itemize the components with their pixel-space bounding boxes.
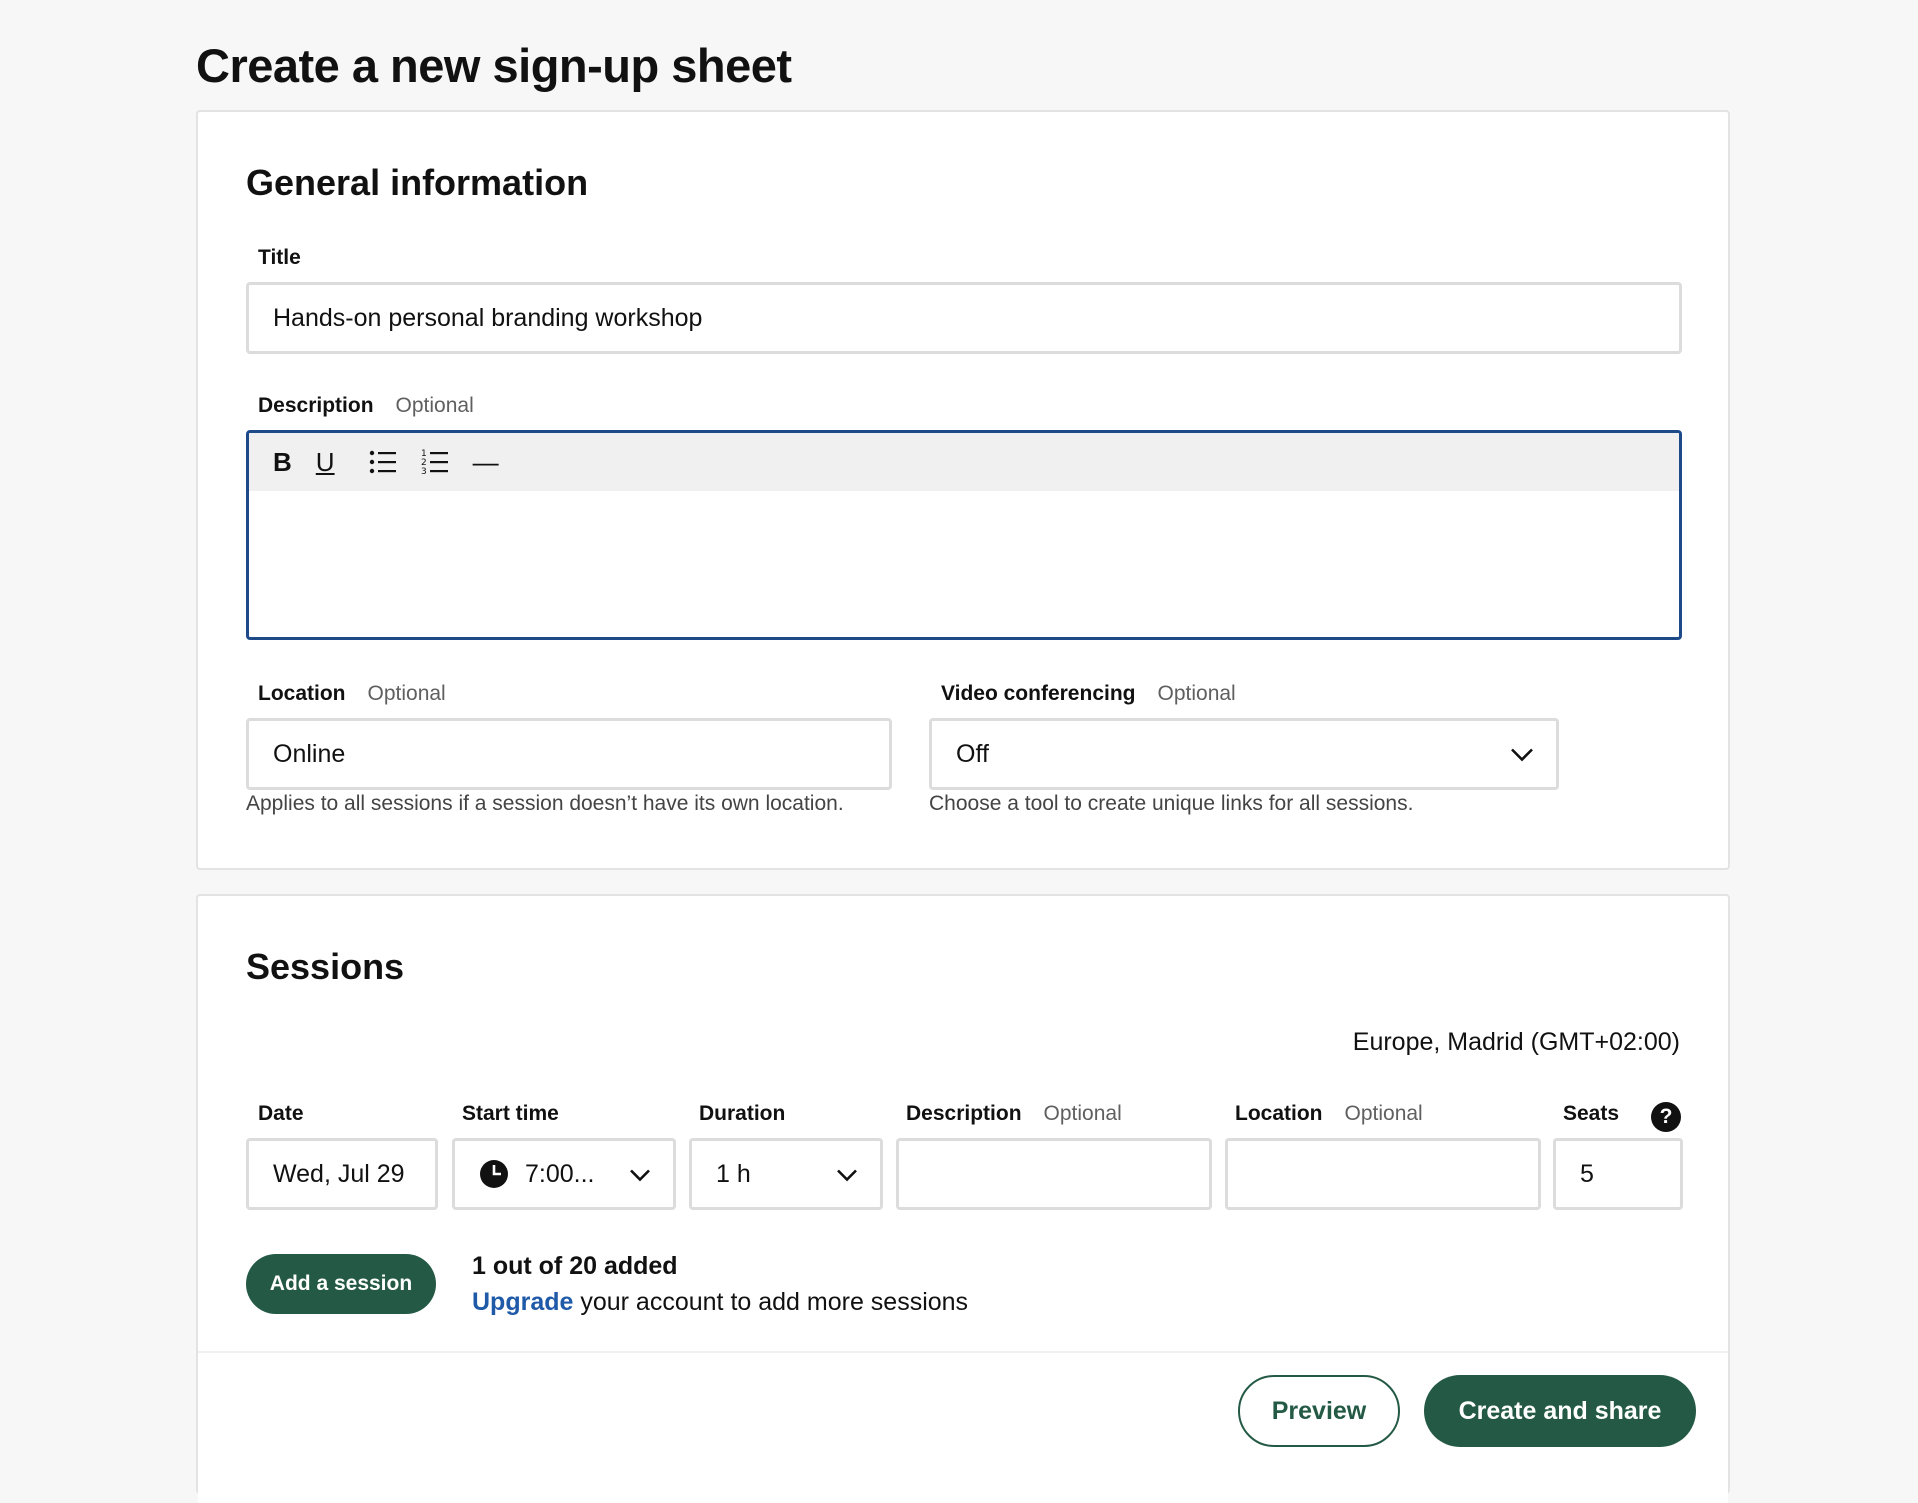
session-duration-value: 1 h	[716, 1159, 751, 1188]
location-helper-text: Applies to all sessions if a session doe…	[246, 792, 844, 815]
upgrade-message-text: your account to add more sessions	[573, 1288, 969, 1316]
session-count-text: 1 out of 20 added	[472, 1252, 678, 1280]
title-label-text: Title	[258, 246, 301, 269]
date-column-label: Date	[258, 1102, 304, 1125]
add-session-button[interactable]: Add a session	[246, 1254, 436, 1314]
session-location-input[interactable]	[1225, 1138, 1541, 1210]
location-optional: Optional	[367, 682, 446, 705]
chevron-down-icon	[1510, 740, 1534, 769]
sessions-section-title: Sessions	[246, 946, 405, 987]
create-and-share-button[interactable]: Create and share	[1424, 1375, 1696, 1447]
sessions-card: Sessions Europe, Madrid (GMT+02:00) Date…	[196, 894, 1730, 1503]
svg-text:3: 3	[421, 467, 427, 476]
title-input-value: Hands-on personal branding workshop	[273, 303, 703, 332]
location-label-text: Location	[258, 682, 346, 705]
video-optional: Optional	[1157, 682, 1236, 705]
video-select-value: Off	[956, 739, 989, 768]
session-date-value: Wed, Jul 29	[273, 1159, 405, 1188]
seats-help-icon[interactable]: ?	[1651, 1102, 1681, 1132]
description-editor[interactable]: B U 1 2 3 —	[246, 430, 1682, 640]
session-location-optional: Optional	[1344, 1102, 1423, 1125]
chevron-down-icon	[629, 1160, 651, 1189]
start-time-column-label: Start time	[462, 1102, 559, 1125]
description-label: Description Optional	[258, 394, 474, 418]
clock-icon	[479, 1159, 509, 1189]
session-start-time-select[interactable]: 7:00...	[452, 1138, 676, 1210]
session-date-input[interactable]: Wed, Jul 29	[246, 1138, 438, 1210]
video-helper-text: Choose a tool to create unique links for…	[929, 792, 1414, 815]
session-description-column-label: Description Optional	[906, 1102, 1122, 1126]
description-optional: Optional	[395, 394, 474, 417]
upgrade-link[interactable]: Upgrade	[472, 1288, 573, 1316]
page-title: Create a new sign-up sheet	[196, 39, 792, 92]
session-description-input[interactable]	[896, 1138, 1212, 1210]
session-duration-select[interactable]: 1 h	[689, 1138, 883, 1210]
title-label: Title	[258, 246, 301, 270]
duration-column-label: Duration	[699, 1102, 786, 1125]
footer-actions: Preview Create and share	[198, 1351, 1728, 1503]
session-seats-value: 5	[1580, 1159, 1594, 1188]
timezone-text[interactable]: Europe, Madrid (GMT+02:00)	[1353, 1028, 1680, 1057]
general-section-title: General information	[246, 162, 589, 203]
chevron-down-icon	[836, 1160, 858, 1189]
location-input[interactable]: Online	[246, 718, 892, 790]
description-label-text: Description	[258, 394, 374, 417]
numbered-list-icon[interactable]: 1 2 3	[421, 448, 449, 476]
session-start-time-value: 7:00...	[525, 1159, 595, 1188]
underline-button[interactable]: U	[316, 447, 335, 478]
editor-toolbar: B U 1 2 3 —	[249, 433, 1679, 491]
preview-button[interactable]: Preview	[1238, 1375, 1400, 1447]
general-information-card: General information Title Hands-on perso…	[196, 110, 1730, 870]
session-seats-input[interactable]: 5	[1553, 1138, 1683, 1210]
bulleted-list-icon[interactable]	[369, 449, 397, 475]
horizontal-rule-button[interactable]: —	[473, 447, 499, 478]
session-description-label-text: Description	[906, 1102, 1022, 1125]
location-input-value: Online	[273, 739, 346, 768]
session-location-column-label: Location Optional	[1235, 1102, 1423, 1126]
video-label-text: Video conferencing	[941, 682, 1136, 705]
location-label: Location Optional	[258, 682, 446, 706]
session-description-optional: Optional	[1043, 1102, 1122, 1125]
title-input[interactable]: Hands-on personal branding workshop	[246, 282, 1682, 354]
bold-button[interactable]: B	[273, 447, 292, 478]
seats-column-label: Seats	[1563, 1102, 1620, 1125]
video-conferencing-select[interactable]: Off	[929, 718, 1559, 790]
video-conferencing-label: Video conferencing Optional	[941, 682, 1236, 706]
session-location-label-text: Location	[1235, 1102, 1323, 1125]
upgrade-message: Upgrade your account to add more session…	[472, 1288, 968, 1317]
